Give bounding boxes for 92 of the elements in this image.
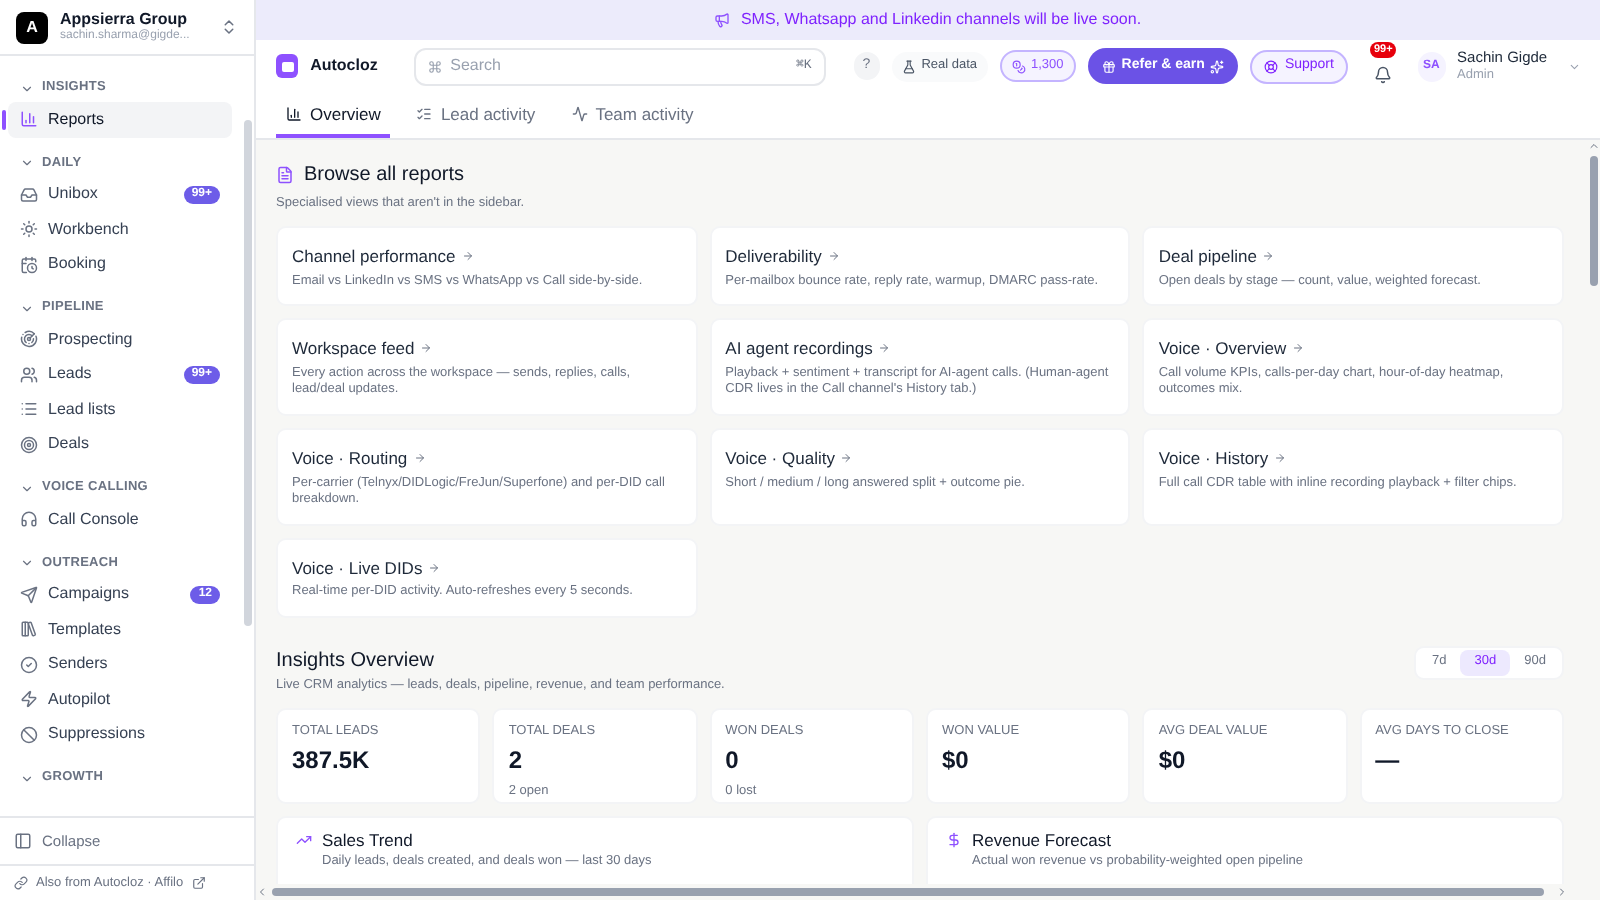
sidebar-item[interactable]: Call Console — [8, 502, 232, 537]
sidebar-item[interactable]: Senders — [8, 647, 232, 682]
external-link-icon — [191, 876, 206, 890]
dollar-icon — [946, 831, 962, 848]
report-title: Channel performance — [292, 243, 456, 269]
link-icon — [14, 876, 28, 890]
search-input[interactable]: Search — [450, 54, 788, 78]
gift-icon — [1101, 59, 1116, 73]
arrow-icon — [840, 452, 853, 465]
megaphone-icon — [714, 12, 731, 28]
kpi-value: 2 — [508, 744, 525, 779]
chevrons-icon[interactable] — [220, 18, 238, 36]
arrow-icon — [413, 452, 426, 465]
command-icon — [428, 59, 443, 73]
report-title: Deliverability — [725, 243, 822, 269]
brand-name: Autocloz — [310, 54, 380, 78]
activity-icon — [571, 106, 588, 122]
list-icon — [20, 400, 38, 419]
sun-icon — [20, 220, 38, 239]
chevron-icon — [20, 301, 34, 315]
kpi-value: 387.5K — [292, 744, 372, 779]
inbox-icon — [20, 185, 38, 204]
chart-icon — [286, 106, 302, 122]
arrow-icon — [1274, 452, 1287, 465]
scroll-right-icon[interactable] — [1556, 886, 1568, 898]
check-circle-icon — [20, 655, 38, 674]
arrow-icon — [1262, 250, 1275, 263]
brand-logo-icon — [276, 54, 299, 78]
sidebar-item[interactable]: Booking — [8, 247, 232, 282]
coins-icon — [1011, 59, 1026, 73]
report-title: Voice · Routing — [292, 445, 408, 471]
checklist-icon — [416, 106, 433, 122]
report-title: Voice · Quality — [725, 445, 835, 471]
scroll-left-icon[interactable] — [256, 886, 268, 898]
ban-icon — [20, 725, 38, 744]
arrow-icon — [461, 250, 474, 263]
sidebar-item[interactable]: Lead lists — [8, 392, 232, 427]
sparkles-icon — [1210, 59, 1225, 73]
tab[interactable]: Lead activity — [406, 94, 546, 138]
chevron-icon — [20, 481, 34, 495]
sidebar-item[interactable]: Templates — [8, 612, 232, 647]
sidebar-item[interactable]: Deals — [8, 427, 232, 462]
arrow-icon — [420, 342, 433, 355]
chevron-icon — [20, 81, 34, 95]
arrow-icon — [1292, 342, 1305, 355]
kpi-value: — — [1375, 744, 1402, 779]
arrow-icon — [878, 342, 891, 355]
target-icon — [20, 435, 38, 454]
report-title: Workspace feed — [292, 336, 415, 362]
workspace-avatar: A — [16, 11, 48, 43]
sidebar-item[interactable]: Autopilot — [8, 682, 232, 717]
users-icon — [20, 365, 38, 384]
kpi-value: $0 — [942, 744, 971, 779]
chevron-icon — [20, 771, 34, 785]
section-title: Browse all reports — [304, 162, 465, 190]
section-title: Insights Overview — [276, 647, 436, 676]
report-title: AI agent recordings — [725, 336, 873, 362]
library-icon — [20, 620, 38, 639]
panel-title: Sales Trend — [322, 827, 413, 853]
headphones-icon — [20, 510, 38, 529]
report-title: Voice · Overview — [1158, 336, 1287, 362]
arrow-icon — [827, 250, 840, 263]
chart-icon — [20, 110, 38, 129]
calendar-icon — [20, 255, 38, 274]
tab[interactable]: Team activity — [561, 94, 704, 138]
workspace-name: Appsierra Group — [60, 9, 190, 29]
scroll-up-icon[interactable] — [1587, 140, 1599, 152]
document-icon — [276, 166, 294, 184]
flask-icon — [901, 59, 916, 73]
report-title: Deal pipeline — [1158, 243, 1257, 269]
sidebar-item[interactable]: Workbench — [8, 212, 232, 247]
send-icon — [20, 585, 38, 604]
report-title: Voice · Live DIDs — [292, 555, 423, 581]
chevron-icon — [20, 556, 34, 570]
bell-icon[interactable] — [1373, 66, 1392, 84]
active-indicator — [2, 110, 5, 130]
lightning-icon — [20, 690, 38, 709]
banner-text: SMS, Whatsapp and Linkedin channels will be live soon. — [740, 8, 1142, 32]
chevron-icon — [20, 156, 34, 170]
sidebar-item[interactable]: Suppressions — [8, 717, 232, 752]
chevron-icon[interactable] — [1567, 59, 1581, 73]
kpi-value: $0 — [1158, 744, 1188, 779]
kpi-value: 0 — [725, 744, 741, 779]
arrow-icon — [428, 561, 441, 574]
sidebar-item[interactable]: Prospecting — [8, 322, 232, 357]
sidebar-item[interactable]: Reports — [8, 102, 232, 137]
lifebuoy-icon — [1264, 59, 1279, 73]
radar-icon — [20, 330, 38, 349]
trend-up-icon — [296, 831, 312, 848]
panel-title: Revenue Forecast — [972, 827, 1111, 853]
report-title: Voice · History — [1158, 445, 1269, 471]
panel-icon — [14, 832, 32, 850]
